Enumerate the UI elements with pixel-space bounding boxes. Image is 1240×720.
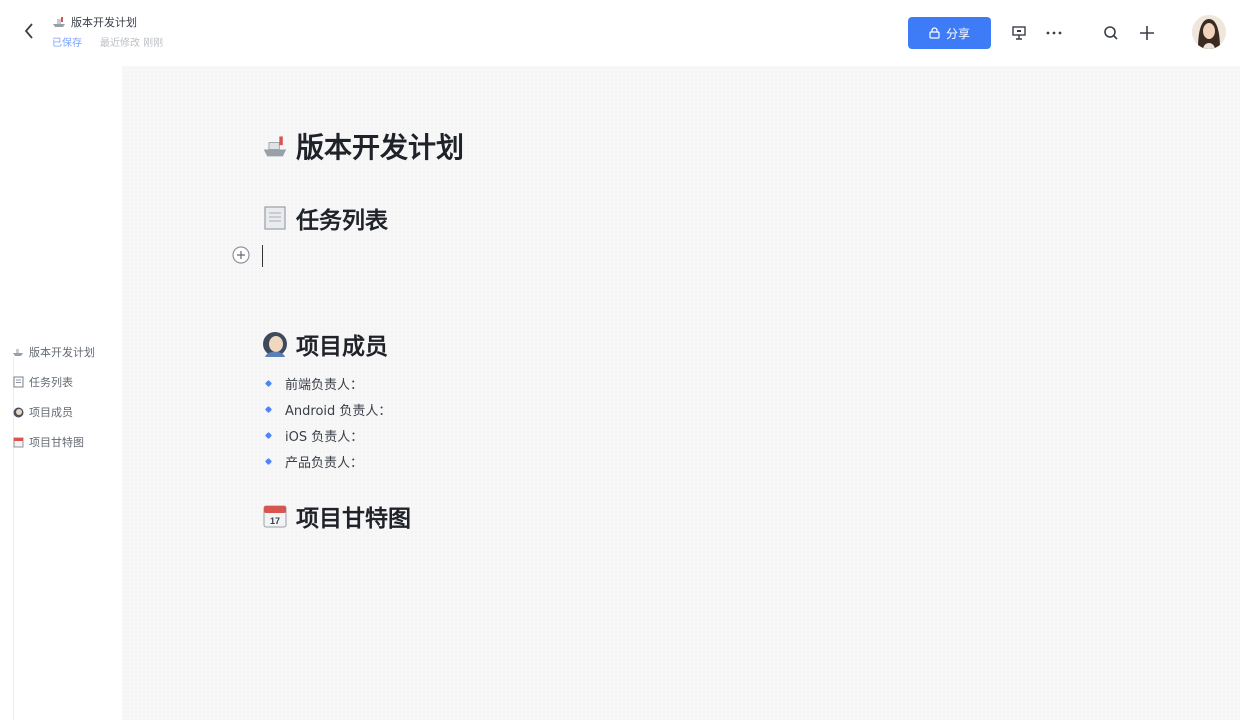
outline-label: 项目甘特图 (29, 436, 84, 449)
outline-label: 任务列表 (29, 376, 73, 389)
calendar-day: 17 (270, 516, 280, 526)
doc-title[interactable]: 版本开发计划 (71, 14, 137, 30)
bullet-dot (264, 457, 273, 465)
text-cursor (262, 245, 263, 267)
bullet-dot (264, 431, 273, 439)
heading-text: 项目甘特图 (296, 506, 411, 532)
avatar[interactable] (1192, 15, 1226, 49)
list-item-text: Android 负责人： (285, 403, 392, 419)
page-title-text: 版本开发计划 (296, 131, 465, 164)
heading-gantt[interactable]: 17 项目甘特图 (262, 500, 411, 532)
top-bar: 版本开发计划 已保存 最近修改 刚刚 分享 (0, 0, 1240, 66)
outline-item-task-list[interactable]: 任务列表 (12, 367, 95, 397)
ship-icon (262, 133, 288, 159)
user-avatar-icon (1192, 15, 1226, 49)
notebook-icon (262, 205, 288, 231)
more-icon (1046, 31, 1062, 35)
list-item[interactable]: 前端负责人： (262, 370, 391, 396)
notebook-icon (12, 376, 24, 388)
add-circle-icon (232, 246, 250, 264)
present-icon (1012, 26, 1026, 40)
heading-text: 项目成员 (296, 334, 388, 360)
list-item[interactable]: 产品负责人： (262, 448, 391, 474)
heading-task-list[interactable]: 任务列表 (262, 202, 388, 234)
calendar-icon (12, 436, 24, 448)
list-item[interactable]: iOS 负责人： (262, 422, 391, 448)
outline-label: 项目成员 (29, 406, 73, 419)
lock-icon (929, 27, 940, 39)
outline-item-members[interactable]: 项目成员 (12, 397, 95, 427)
doc-header: 版本开发计划 已保存 最近修改 刚刚 (52, 14, 164, 49)
outline-item-version-plan[interactable]: 版本开发计划 (12, 337, 95, 367)
calendar-icon: 17 (262, 503, 288, 529)
add-block-button[interactable] (231, 245, 251, 265)
list-item-text: 前端负责人： (285, 377, 364, 393)
outline-item-gantt[interactable]: 项目甘特图 (12, 427, 95, 457)
share-button[interactable]: 分享 (908, 17, 991, 49)
search-icon (1104, 26, 1118, 40)
bullet-dot (264, 405, 273, 413)
members-list: 前端负责人： Android 负责人： iOS 负责人： 产品负责人： (262, 370, 391, 474)
list-item[interactable]: Android 负责人： (262, 396, 391, 422)
page-title[interactable]: 版本开发计划 (262, 126, 464, 166)
heading-text: 任务列表 (296, 208, 388, 234)
ship-icon (12, 346, 24, 358)
present-button[interactable] (1008, 22, 1030, 44)
save-status: 已保存 (52, 37, 82, 49)
outline-label: 版本开发计划 (29, 346, 95, 359)
outline-list: 版本开发计划 任务列表 项目成员 项目甘特图 (12, 337, 95, 457)
share-label: 分享 (945, 26, 970, 41)
bullet-dot (264, 379, 273, 387)
person-icon (12, 406, 24, 418)
heading-members[interactable]: 项目成员 (262, 328, 388, 360)
person-icon (262, 331, 288, 357)
chevron-left-icon (24, 23, 33, 39)
plus-icon (1140, 26, 1154, 40)
list-item-text: iOS 负责人： (285, 429, 364, 445)
last-modified: 最近修改 刚刚 (100, 37, 164, 49)
add-button[interactable] (1136, 22, 1158, 44)
more-button[interactable] (1043, 22, 1065, 44)
back-button[interactable] (18, 20, 40, 42)
search-button[interactable] (1100, 22, 1122, 44)
list-item-text: 产品负责人： (285, 455, 364, 471)
ship-icon (53, 17, 65, 27)
